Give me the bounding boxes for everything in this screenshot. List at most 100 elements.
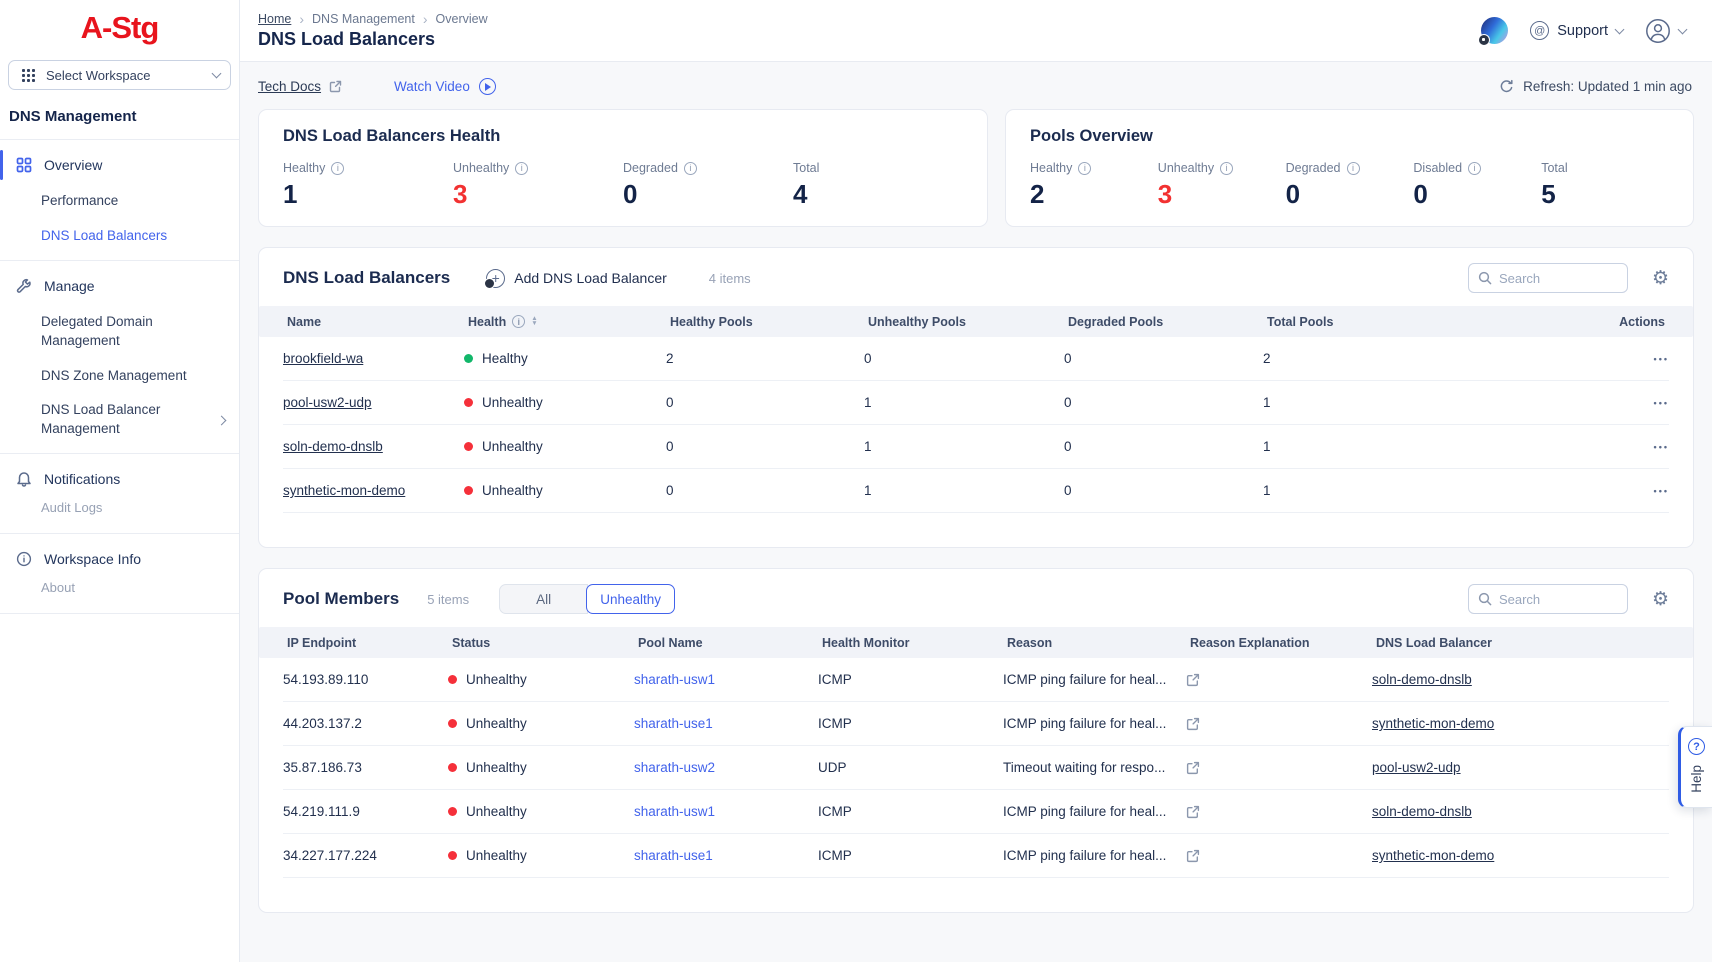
main-area: Home › DNS Management › Overview DNS Loa… <box>240 0 1712 962</box>
status-dot-icon <box>448 851 457 860</box>
pool-name-link[interactable]: sharath-usw2 <box>634 760 715 775</box>
info-icon[interactable]: i <box>1468 162 1481 175</box>
dns-lb-link[interactable]: synthetic-mon-demo <box>1372 848 1494 863</box>
dns-lb-link[interactable]: synthetic-mon-demo <box>1372 716 1494 731</box>
table-row: 54.219.111.9 Unhealthy sharath-usw1 ICMP… <box>283 790 1669 834</box>
pm-search-input[interactable] <box>1499 592 1609 607</box>
lb-search[interactable] <box>1468 263 1628 293</box>
pool-name-link[interactable]: sharath-use1 <box>634 848 713 863</box>
sidebar-item-dns-load-balancers[interactable]: DNS Load Balancers <box>0 219 239 254</box>
help-tab[interactable]: ? Help <box>1678 726 1712 808</box>
row-actions-button[interactable]: ••• <box>1654 398 1669 408</box>
account-menu[interactable] <box>1645 18 1686 44</box>
pool-name-link[interactable]: sharath-usw1 <box>634 804 715 819</box>
info-icon[interactable]: i <box>1078 162 1091 175</box>
reason-explanation-link-icon[interactable] <box>1186 805 1200 819</box>
workspace-selector[interactable]: Select Workspace <box>8 60 231 90</box>
sidebar-item-overview[interactable]: Overview <box>0 146 239 184</box>
info-circle-icon <box>15 550 33 568</box>
sidebar-item-dns-zone-management[interactable]: DNS Zone Management <box>0 359 239 394</box>
lb-name-link[interactable]: pool-usw2-udp <box>283 395 372 410</box>
status-badge: Unhealthy <box>464 395 543 410</box>
info-icon[interactable]: i <box>331 162 344 175</box>
wrench-icon <box>15 277 33 295</box>
stat-total: Total 4 <box>793 161 963 210</box>
reason-explanation-link-icon[interactable] <box>1186 761 1200 775</box>
stat-degraded: Degradedi 0 <box>1286 161 1414 210</box>
info-icon[interactable]: i <box>684 162 697 175</box>
info-icon[interactable]: i <box>515 162 528 175</box>
status-dot-icon <box>448 719 457 728</box>
pm-table-header: IP Endpoint Status Pool Name Health Moni… <box>259 627 1693 658</box>
breadcrumb-dns-management[interactable]: DNS Management <box>312 12 415 26</box>
table-row: synthetic-mon-demo Unhealthy 0 1 0 1 ••• <box>283 469 1669 513</box>
info-icon[interactable]: i <box>1220 162 1233 175</box>
sort-icon[interactable]: ▲▼ <box>531 317 537 325</box>
info-icon[interactable]: i <box>512 315 525 328</box>
dns-lb-link[interactable]: soln-demo-dnslb <box>1372 672 1472 687</box>
pool-name-link[interactable]: sharath-use1 <box>634 716 713 731</box>
sidebar-item-label: Overview <box>44 157 102 173</box>
lb-name-link[interactable]: soln-demo-dnslb <box>283 439 383 454</box>
gear-icon[interactable]: ⚙ <box>1652 269 1669 288</box>
table-row: 34.227.177.224 Unhealthy sharath-use1 IC… <box>283 834 1669 878</box>
filter-all-tab[interactable]: All <box>499 584 588 614</box>
sidebar-item-manage[interactable]: Manage <box>0 267 239 305</box>
table-row: 44.203.137.2 Unhealthy sharath-use1 ICMP… <box>283 702 1669 746</box>
breadcrumb-home[interactable]: Home <box>258 12 291 26</box>
filter-unhealthy-tab[interactable]: Unhealthy <box>586 584 675 614</box>
dns-lb-link[interactable]: soln-demo-dnslb <box>1372 804 1472 819</box>
dns-load-balancers-table-card: DNS Load Balancers + Add DNS Load Balanc… <box>258 247 1694 548</box>
sidebar-item-workspace-info[interactable]: Workspace Info <box>0 540 239 578</box>
table-row: soln-demo-dnslb Unhealthy 0 1 0 1 ••• <box>283 425 1669 469</box>
add-dns-load-balancer-button[interactable]: + Add DNS Load Balancer <box>486 269 667 288</box>
table-row: 35.87.186.73 Unhealthy sharath-usw2 UDP … <box>283 746 1669 790</box>
status-dot-icon <box>448 675 457 684</box>
lb-table-header: Name Health i ▲▼ Healthy Pools Unhealthy… <box>259 306 1693 337</box>
support-menu[interactable]: @ Support <box>1530 21 1623 40</box>
pool-members-table-card: Pool Members 5 items All Unhealthy <box>258 568 1694 913</box>
refresh-button[interactable]: Refresh: Updated 1 min ago <box>1499 79 1692 94</box>
workspace-avatar[interactable] <box>1481 17 1508 44</box>
tech-docs-link[interactable]: Tech Docs <box>258 79 342 94</box>
row-actions-button[interactable]: ••• <box>1654 354 1669 364</box>
row-actions-button[interactable]: ••• <box>1654 486 1669 496</box>
chevron-right-icon <box>217 415 227 425</box>
dns-lb-link[interactable]: pool-usw2-udp <box>1372 760 1461 775</box>
summary-cards: DNS Load Balancers Health Healthyi 1 Unh… <box>258 109 1694 227</box>
sidebar-item-dns-load-balancer-management[interactable]: DNS Load Balancer Management <box>0 393 239 447</box>
sidebar-item-about[interactable]: About <box>0 578 239 607</box>
plus-circle-icon: + <box>486 269 505 288</box>
status-badge: Unhealthy <box>464 439 543 454</box>
refresh-label: Refresh: Updated 1 min ago <box>1523 79 1692 94</box>
gear-icon[interactable]: ⚙ <box>1652 590 1669 609</box>
table-title: Pool Members <box>283 589 399 609</box>
lb-name-link[interactable]: synthetic-mon-demo <box>283 483 405 498</box>
stat-value: 3 <box>453 179 623 210</box>
sidebar-item-performance[interactable]: Performance <box>0 184 239 219</box>
sidebar-item-delegated-domain-management[interactable]: Delegated Domain Management <box>0 305 239 359</box>
stat-value: 0 <box>1413 179 1541 210</box>
pool-name-link[interactable]: sharath-usw1 <box>634 672 715 687</box>
sidebar-item-audit-logs[interactable]: Audit Logs <box>0 498 239 527</box>
reason-explanation-link-icon[interactable] <box>1186 717 1200 731</box>
lb-search-input[interactable] <box>1499 271 1609 286</box>
watch-video-link[interactable]: Watch Video <box>394 78 496 95</box>
user-icon <box>1645 18 1671 44</box>
sidebar-item-notifications[interactable]: Notifications <box>0 460 239 498</box>
reason-explanation-link-icon[interactable] <box>1186 673 1200 687</box>
page-title: DNS Load Balancers <box>258 29 488 50</box>
lock-badge-icon <box>1478 34 1490 46</box>
reason-explanation-link-icon[interactable] <box>1186 849 1200 863</box>
refresh-icon <box>1499 79 1514 94</box>
sidebar-section-title: DNS Management <box>0 90 239 139</box>
items-count: 5 items <box>427 592 469 607</box>
card-title: DNS Load Balancers Health <box>283 127 963 146</box>
lb-name-link[interactable]: brookfield-wa <box>283 351 363 366</box>
bell-icon <box>15 470 33 488</box>
row-actions-button[interactable]: ••• <box>1654 442 1669 452</box>
stat-value: 0 <box>1286 179 1414 210</box>
info-icon[interactable]: i <box>1347 162 1360 175</box>
play-circle-icon <box>479 78 496 95</box>
pm-search[interactable] <box>1468 584 1628 614</box>
